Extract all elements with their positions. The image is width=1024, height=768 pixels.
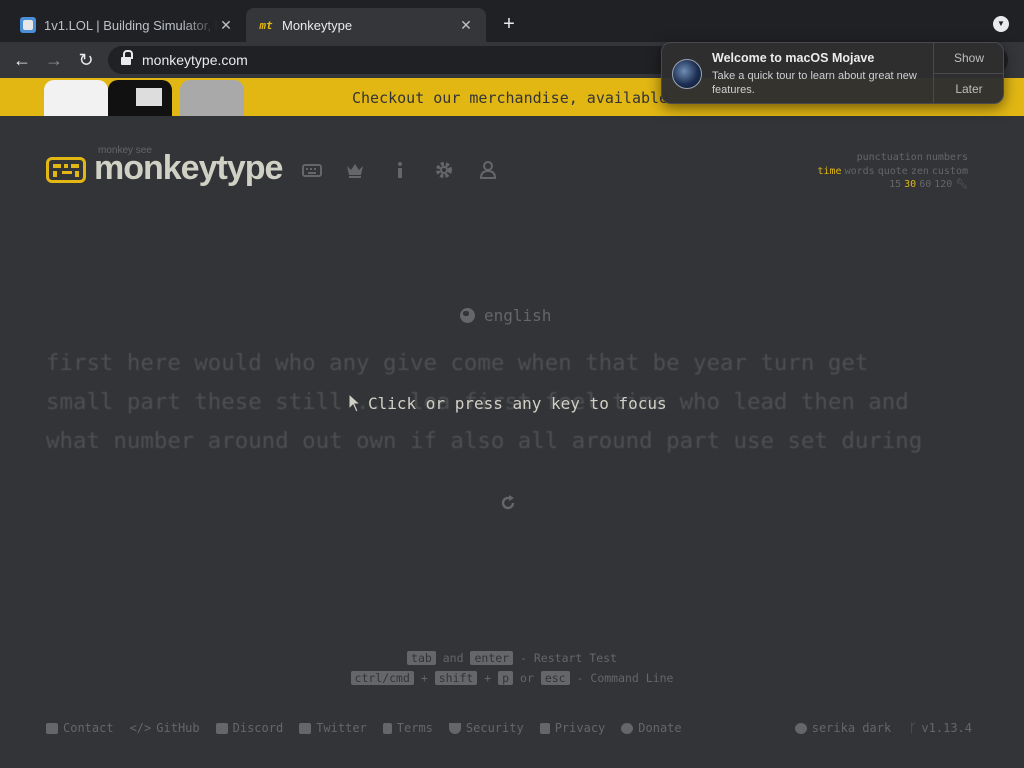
mode-quote[interactable]: quote bbox=[878, 166, 908, 177]
numbers-toggle[interactable]: numbers bbox=[926, 152, 968, 163]
user-icon[interactable] bbox=[478, 160, 498, 180]
notification-show-button[interactable]: Show bbox=[934, 43, 1004, 73]
footer-donate[interactable]: Donate bbox=[621, 721, 682, 735]
words-line: first here would who any give come when … bbox=[46, 350, 869, 376]
footer-links: Contact </> GitHub Discord Twitter Terms … bbox=[46, 721, 682, 735]
config-row-modifiers: punctuation numbers bbox=[815, 151, 968, 165]
tab-monkeytype[interactable]: mt Monkeytype ✕ bbox=[246, 8, 486, 42]
hint-action: - Restart Test bbox=[520, 651, 617, 665]
tab-title: Monkeytype bbox=[282, 17, 353, 33]
reload-button[interactable]: ↻ bbox=[74, 48, 98, 72]
url-text: monkeytype.com bbox=[142, 52, 248, 68]
logo-icon bbox=[46, 157, 86, 183]
notification-body: Take a quick tour to learn about great n… bbox=[712, 70, 917, 96]
words-line: what number around out own if also all a… bbox=[46, 428, 923, 454]
code-icon: </> bbox=[129, 721, 152, 735]
lock-icon bbox=[121, 50, 133, 66]
palette-icon bbox=[794, 722, 807, 734]
gear-icon[interactable] bbox=[434, 160, 454, 180]
version-link[interactable]: ᚴ v1.13.4 bbox=[909, 721, 972, 735]
mode-custom[interactable]: custom bbox=[932, 166, 968, 177]
tab-title: 1v1.LOL | Building Simulator, Bu bbox=[44, 17, 218, 33]
mojave-icon bbox=[672, 59, 702, 89]
tab-1v1lol[interactable]: 1v1.LOL | Building Simulator, Bu ✕ bbox=[8, 8, 246, 42]
notification-later-button[interactable]: Later bbox=[934, 74, 1004, 104]
command-line-hint: ctrl/cmd + shift + p or esc - Command Li… bbox=[0, 671, 1024, 685]
new-tab-button[interactable]: + bbox=[498, 13, 520, 35]
key-shift: shift bbox=[434, 671, 478, 685]
donate-icon bbox=[621, 722, 634, 734]
key-ctrl-cmd: ctrl/cmd bbox=[350, 671, 414, 685]
cursor-pointer-icon bbox=[348, 393, 362, 413]
notification-title: Welcome to macOS Mojave bbox=[712, 51, 875, 65]
time-60[interactable]: 60 bbox=[919, 179, 931, 190]
info-icon[interactable] bbox=[390, 160, 410, 180]
hint-plus: + bbox=[420, 671, 428, 685]
language-selector[interactable]: english bbox=[460, 306, 551, 325]
globe-icon bbox=[460, 308, 475, 323]
keyboard-icon[interactable] bbox=[302, 160, 322, 180]
mode-words[interactable]: words bbox=[845, 166, 875, 177]
envelope-icon bbox=[46, 722, 58, 734]
time-30[interactable]: 30 bbox=[904, 179, 916, 190]
restart-icon[interactable] bbox=[499, 494, 517, 512]
back-button[interactable]: ← bbox=[10, 48, 34, 72]
hint-and: and bbox=[442, 651, 464, 665]
banner-text: Checkout our merchandise, available bbox=[352, 89, 669, 107]
close-tab-icon[interactable]: ✕ bbox=[458, 17, 474, 34]
code-branch-icon: ᚴ bbox=[909, 721, 917, 735]
logo-text: monkeytype bbox=[94, 149, 283, 187]
hint-action: - Command Line bbox=[576, 671, 674, 685]
language-label: english bbox=[484, 306, 552, 325]
mode-zen[interactable]: zen bbox=[911, 166, 929, 177]
shield-icon bbox=[448, 722, 461, 734]
config-row-mode: time words quote zen custom bbox=[815, 165, 969, 179]
footer-twitter[interactable]: Twitter bbox=[299, 721, 367, 735]
key-esc: esc bbox=[540, 671, 570, 685]
key-enter: enter bbox=[470, 651, 514, 665]
theme-switcher[interactable]: serika dark bbox=[794, 721, 891, 735]
footer-terms[interactable]: Terms bbox=[382, 721, 433, 735]
focus-message: Click or press any key to focus bbox=[368, 393, 667, 413]
footer-github[interactable]: </> GitHub bbox=[130, 721, 200, 735]
monkeytype-favicon-icon: mt bbox=[259, 18, 273, 32]
focus-overlay[interactable]: Click or press any key to focus bbox=[348, 393, 667, 413]
browser-tab-bar: 1v1.LOL | Building Simulator, Bu ✕ mt Mo… bbox=[0, 0, 1024, 42]
white-shirt-image bbox=[44, 80, 108, 116]
config-row-duration: 15 30 60 120 🔧︎ bbox=[815, 178, 968, 192]
black-shirt-image bbox=[108, 80, 172, 116]
hint-plus: + bbox=[484, 671, 492, 685]
time-120[interactable]: 120 bbox=[934, 179, 952, 190]
footer-contact[interactable]: Contact bbox=[46, 721, 114, 735]
file-icon bbox=[382, 722, 392, 734]
lock-icon bbox=[539, 722, 550, 734]
key-tab: tab bbox=[407, 651, 436, 665]
footer-meta: serika dark ᚴ v1.13.4 bbox=[794, 721, 972, 735]
footer-security[interactable]: Security bbox=[448, 721, 524, 735]
time-15[interactable]: 15 bbox=[889, 179, 901, 190]
restart-hint: tab and enter - Restart Test bbox=[0, 651, 1024, 665]
wrench-icon[interactable]: 🔧︎ bbox=[955, 179, 968, 190]
hint-or: or bbox=[520, 671, 534, 685]
twitter-icon bbox=[299, 722, 312, 734]
punctuation-toggle[interactable]: punctuation bbox=[857, 152, 923, 163]
discord-icon bbox=[215, 722, 228, 734]
crown-icon[interactable] bbox=[345, 160, 365, 180]
tab-search-icon[interactable]: ▼ bbox=[993, 16, 1009, 32]
1v1lol-favicon-icon bbox=[20, 17, 36, 33]
gray-shirt-image bbox=[180, 80, 244, 116]
forward-button[interactable]: → bbox=[42, 48, 66, 72]
close-tab-icon[interactable]: ✕ bbox=[218, 17, 234, 34]
footer-privacy[interactable]: Privacy bbox=[539, 721, 605, 735]
mode-time[interactable]: time bbox=[818, 166, 842, 177]
footer-discord[interactable]: Discord bbox=[215, 721, 283, 735]
test-config: punctuation numbers time words quote zen cust… bbox=[815, 151, 969, 192]
key-p: p bbox=[498, 671, 514, 685]
macos-notification: Welcome to macOS Mojave Take a quick tou… bbox=[661, 42, 1004, 104]
